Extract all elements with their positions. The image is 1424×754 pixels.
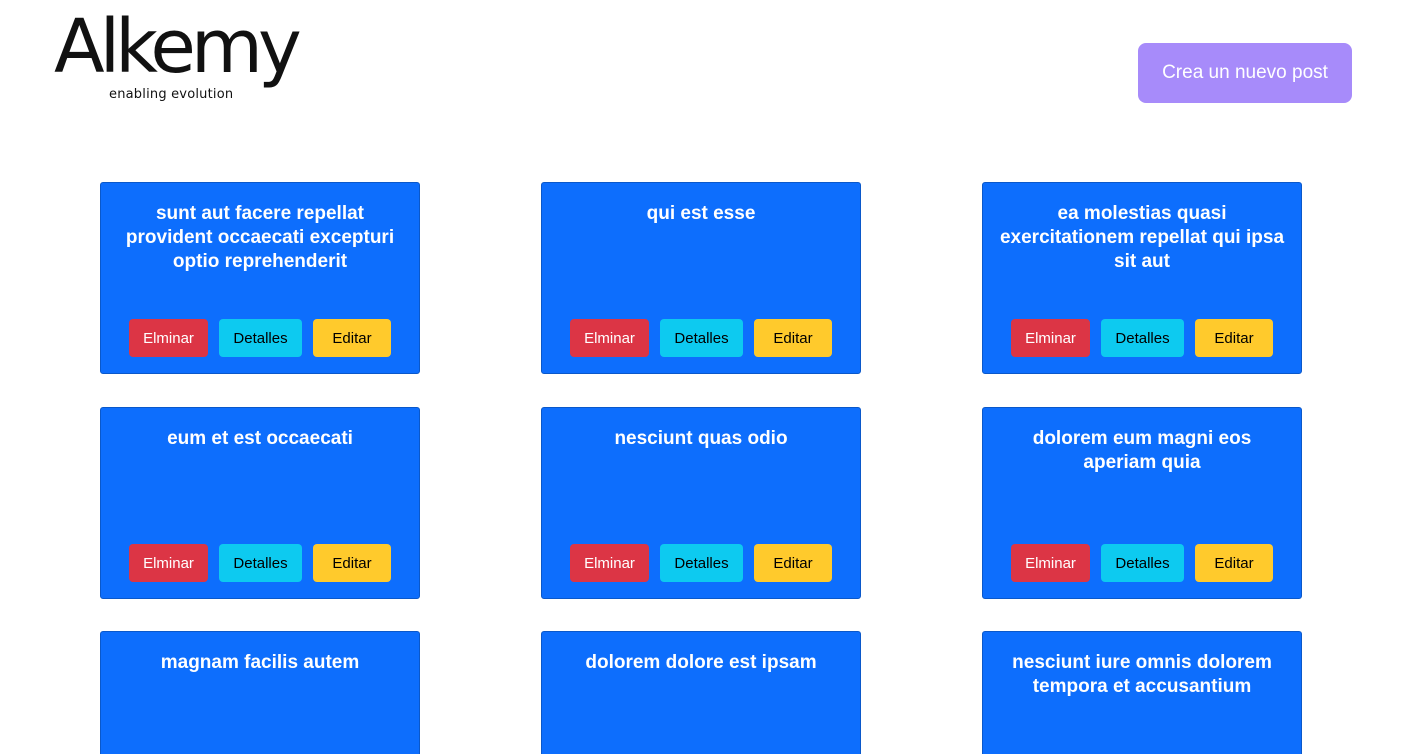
details-button[interactable]: Detalles	[219, 544, 302, 582]
new-post-button[interactable]: Crea un nuevo post	[1138, 43, 1352, 103]
post-title: magnam facilis autem	[160, 652, 360, 673]
delete-button[interactable]: Elminar	[1011, 319, 1090, 357]
delete-button[interactable]: Elminar	[570, 319, 649, 357]
edit-button[interactable]: Editar	[754, 544, 832, 582]
post-card: magnam facilis autem	[100, 631, 420, 754]
alkemy-logo[interactable]: Alkemy enabling evolution	[54, 10, 302, 108]
post-title: nesciunt quas odio	[614, 428, 788, 449]
post-title: eum et est occaecati	[167, 428, 353, 449]
delete-button[interactable]: Elminar	[570, 544, 649, 582]
edit-button[interactable]: Editar	[1195, 544, 1273, 582]
edit-button[interactable]: Editar	[754, 319, 832, 357]
details-button[interactable]: Detalles	[219, 319, 302, 357]
post-title: ea molestias quasi exercitationem repell…	[999, 203, 1285, 272]
post-title: dolorem eum magni eos aperiam quia	[1032, 428, 1252, 473]
post-title: sunt aut facere repellat provident occae…	[125, 203, 395, 272]
details-button[interactable]: Detalles	[1101, 544, 1184, 582]
post-card: eum et est occaecati Elminar Detalles Ed…	[100, 407, 420, 599]
details-button[interactable]: Detalles	[1101, 319, 1184, 357]
edit-button[interactable]: Editar	[313, 319, 391, 357]
details-button[interactable]: Detalles	[660, 544, 743, 582]
page: Alkemy enabling evolution Crea un nuevo …	[0, 0, 1424, 754]
post-card: dolorem eum magni eos aperiam quia Elmin…	[982, 407, 1302, 599]
post-title: dolorem dolore est ipsam	[585, 652, 817, 673]
logo-wordmark: Alkemy	[54, 4, 302, 90]
delete-button[interactable]: Elminar	[129, 544, 208, 582]
post-card: nesciunt iure omnis dolorem tempora et a…	[982, 631, 1302, 754]
delete-button[interactable]: Elminar	[129, 319, 208, 357]
post-title: qui est esse	[646, 203, 756, 224]
post-card: nesciunt quas odio Elminar Detalles Edit…	[541, 407, 861, 599]
delete-button[interactable]: Elminar	[1011, 544, 1090, 582]
logo-tagline: enabling evolution	[109, 87, 234, 102]
post-title: nesciunt iure omnis dolorem tempora et a…	[1012, 652, 1272, 697]
details-button[interactable]: Detalles	[660, 319, 743, 357]
edit-button[interactable]: Editar	[1195, 319, 1273, 357]
post-card: dolorem dolore est ipsam	[541, 631, 861, 754]
post-card: sunt aut facere repellat provident occae…	[100, 182, 420, 374]
edit-button[interactable]: Editar	[313, 544, 391, 582]
post-card: qui est esse Elminar Detalles Editar	[541, 182, 861, 374]
post-card: ea molestias quasi exercitationem repell…	[982, 182, 1302, 374]
